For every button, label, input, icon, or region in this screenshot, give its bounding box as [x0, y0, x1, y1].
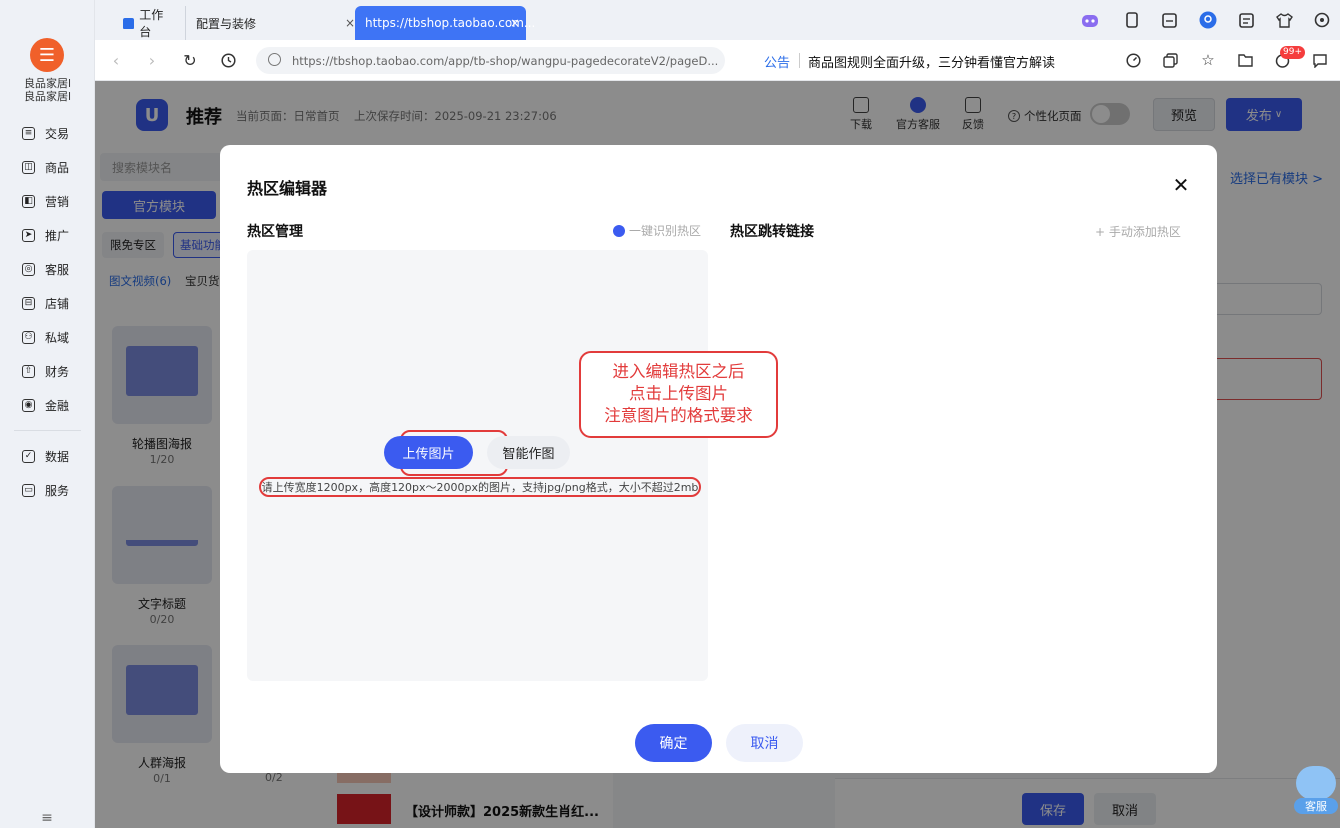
- trade-icon: ≡: [22, 126, 35, 140]
- customer-service-icon: ◎: [22, 262, 35, 276]
- services-icon: ▭: [22, 483, 35, 497]
- notification-badge: 99+: [1280, 46, 1305, 59]
- bot-label: 客服: [1294, 798, 1338, 814]
- sidebar-item-label: 商品: [45, 160, 70, 175]
- data-icon: ✓: [22, 449, 35, 463]
- notice-text[interactable]: 商品图规则全面升级，三分钟看懂官方解读: [808, 52, 1055, 71]
- callout-line: 注意图片的格式要求: [604, 406, 753, 425]
- customer-service-bot[interactable]: 客服: [1294, 764, 1340, 820]
- sidebar-item-label: 营销: [45, 194, 70, 209]
- sidebar-item-services[interactable]: ▭ 服务: [0, 473, 95, 507]
- sidebar-item-finance[interactable]: ⇧ 财务: [0, 354, 95, 388]
- hotspot-link-title: 热区跳转链接: [730, 224, 814, 240]
- url-input[interactable]: https://tbshop.taobao.com/app/tb-shop/wa…: [256, 47, 725, 74]
- sidebar-item-label: 交易: [45, 126, 70, 141]
- tutorial-callout: 进入编辑热区之后 点击上传图片 注意图片的格式要求: [579, 351, 778, 438]
- notes-icon[interactable]: [1159, 10, 1179, 30]
- confirm-button[interactable]: 确定: [635, 724, 712, 762]
- modal-title: 热区编辑器: [247, 179, 328, 198]
- sidebar-item-label: 店铺: [45, 296, 70, 311]
- close-icon[interactable]: ✕: [1171, 175, 1191, 195]
- auto-detect-label: 一键识别热区: [629, 224, 702, 238]
- shop-logo-icon[interactable]: ☰: [30, 38, 64, 72]
- sidebar-item-label: 金融: [45, 398, 70, 413]
- shop-name-secondary: 良品家居l: [23, 90, 72, 103]
- settings-icon[interactable]: [1312, 10, 1332, 30]
- sidebar-nav: ≡ 交易 ◫ 商品 ◧ 营销 ➤ 推广 ◎ 客服 ⊟ 店铺 ⚇ 私域 ⇧ 财务 ◉ 金融 ✓ 数据 …: [0, 116, 95, 507]
- notice-label[interactable]: 公告: [764, 52, 790, 71]
- sidebar-item-banking[interactable]: ◉ 金融: [0, 388, 95, 422]
- store-icon: ⊟: [22, 296, 35, 310]
- shirt-icon[interactable]: [1274, 10, 1294, 30]
- folder-icon[interactable]: [1235, 50, 1255, 70]
- menu-icon[interactable]: ≡: [38, 810, 56, 826]
- tab-label: 工作台: [139, 8, 164, 39]
- speed-icon[interactable]: [1123, 50, 1143, 70]
- manual-add-hotspot-button[interactable]: + 手动添加热区: [1095, 223, 1181, 240]
- history-icon[interactable]: [218, 50, 238, 70]
- close-icon[interactable]: ×: [345, 16, 355, 30]
- banking-icon: ◉: [22, 398, 35, 412]
- tab-workbench[interactable]: 工作台: [113, 6, 183, 40]
- user-center-icon[interactable]: [1198, 10, 1218, 30]
- callout-line: 点击上传图片: [629, 384, 728, 403]
- marketing-icon: ◧: [22, 194, 35, 208]
- sidebar-item-label: 服务: [45, 483, 70, 498]
- star-icon[interactable]: ☆: [1198, 50, 1218, 70]
- upload-image-button[interactable]: 上传图片: [384, 436, 473, 469]
- notice-divider: [799, 53, 800, 68]
- sidebar-item-promotion[interactable]: ➤ 推广: [0, 218, 95, 252]
- mobile-icon[interactable]: [1122, 10, 1142, 30]
- sidebar-item-private-domain[interactable]: ⚇ 私域: [0, 320, 95, 354]
- callout-line: 进入编辑热区之后: [612, 362, 745, 381]
- hotspot-management-title: 热区管理: [247, 224, 303, 240]
- assistant-icon[interactable]: [1080, 10, 1100, 30]
- close-icon[interactable]: ×: [510, 16, 520, 30]
- message-icon[interactable]: [1310, 50, 1330, 70]
- app-sidebar: ☰ 良品家居l 良品家居l ≡ 交易 ◫ 商品 ◧ 营销 ➤ 推广 ◎ 客服 ⊟ 店铺 ⚇ 私…: [0, 0, 95, 828]
- address-bar: ‹ › ↻ https://tbshop.taobao.com/app/tb-s…: [95, 40, 1340, 81]
- image-format-note: 请上传宽度1200px，高度120px～2000px的图片，支持jpg/png格…: [259, 477, 701, 497]
- tab-active[interactable]: https://tbshop.taobao.com... ×: [355, 6, 535, 40]
- back-icon[interactable]: ‹: [106, 50, 126, 70]
- finance-icon: ⇧: [22, 364, 35, 378]
- magic-icon: [613, 224, 625, 237]
- bot-avatar-icon: [1296, 766, 1336, 800]
- forward-icon[interactable]: ›: [142, 50, 162, 70]
- sidebar-item-label: 推广: [45, 228, 70, 243]
- sidebar-item-marketing[interactable]: ◧ 营销: [0, 184, 95, 218]
- tab-config[interactable]: 配置与装修 ×: [185, 6, 355, 40]
- sidebar-item-store[interactable]: ⊟ 店铺: [0, 286, 95, 320]
- sidebar-divider: [14, 430, 81, 431]
- refresh-icon[interactable]: ↻: [180, 50, 200, 70]
- sidebar-item-label: 私域: [45, 330, 70, 345]
- sidebar-item-goods[interactable]: ◫ 商品: [0, 150, 95, 184]
- auto-detect-hotspot-button[interactable]: 一键识别热区: [613, 222, 701, 239]
- promotion-icon: ➤: [22, 228, 35, 242]
- sidebar-item-label: 客服: [45, 262, 70, 277]
- copy-icon[interactable]: [1160, 50, 1180, 70]
- hotspot-canvas: [247, 250, 708, 681]
- search-icon: [268, 53, 281, 66]
- modal-cancel-button[interactable]: 取消: [726, 724, 803, 762]
- hotspot-editor-modal: 热区编辑器 ✕ 热区管理 一键识别热区 热区跳转链接 + 手动添加热区 上传图片…: [220, 145, 1217, 773]
- sidebar-item-customer-service[interactable]: ◎ 客服: [0, 252, 95, 286]
- sidebar-item-label: 数据: [45, 449, 70, 464]
- tab-label: 配置与装修: [196, 16, 257, 31]
- sidebar-item-data[interactable]: ✓ 数据: [0, 439, 95, 473]
- goods-icon: ◫: [22, 160, 35, 174]
- tasks-icon[interactable]: [1236, 10, 1256, 30]
- browser-tab-bar: 工作台 配置与装修 × https://tbshop.taobao.com... ×: [95, 0, 1340, 40]
- smart-design-button[interactable]: 智能作图: [487, 436, 570, 469]
- users-icon: ⚇: [22, 330, 35, 344]
- url-text: https://tbshop.taobao.com/app/tb-shop/wa…: [292, 53, 719, 68]
- sidebar-item-label: 财务: [45, 364, 70, 379]
- sidebar-item-trade[interactable]: ≡ 交易: [0, 116, 95, 150]
- home-icon: [123, 17, 135, 29]
